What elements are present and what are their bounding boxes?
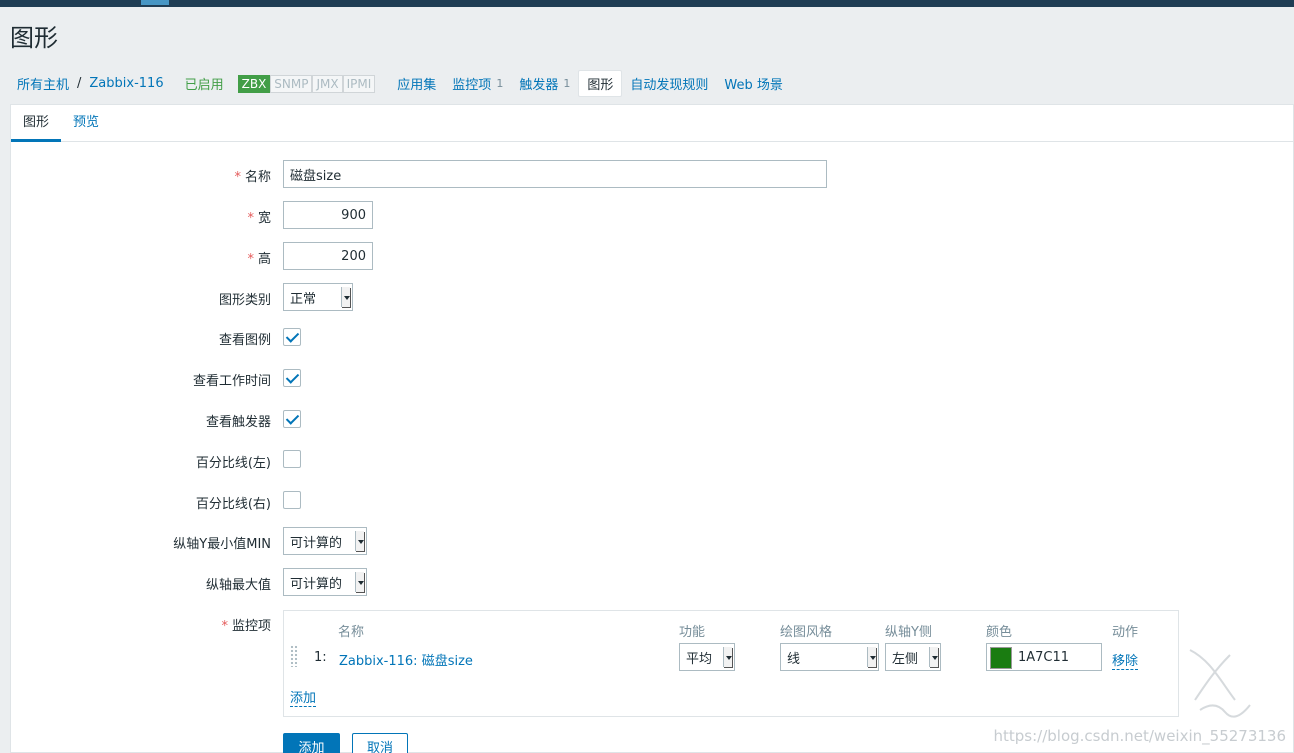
breadcrumb: 所有主机 / Zabbix-116 已启用 ZBX SNMP JMX IPMI … — [10, 70, 791, 97]
percentile-left-label: 百分比线(左) — [195, 456, 271, 471]
availability-ipmi: IPMI — [342, 74, 376, 93]
name-input[interactable] — [283, 160, 827, 188]
required-mark: * — [221, 619, 228, 634]
graph-type-label: 图形类别 — [218, 293, 271, 308]
tab-preview[interactable]: 预览 — [61, 105, 111, 141]
show-legend-checkbox[interactable] — [283, 328, 301, 346]
tab-graph[interactable]: 图形 — [11, 105, 62, 142]
item-name-link[interactable]: Zabbix-116: 磁盘size — [339, 650, 473, 669]
item-function-select[interactable]: 平均 — [679, 643, 735, 671]
item-y-axis-side-value: 左侧 — [892, 651, 919, 667]
host-nav-items-count: 1 — [496, 77, 504, 90]
name-label: * 名称 — [11, 166, 271, 185]
graph-items-table: 名称 功能 绘图风格 纵轴Y侧 颜色 动作 1: Zabbix-116: 磁盘s… — [283, 610, 1179, 717]
dropdown-arrow-icon — [355, 572, 364, 592]
top-nav-bar — [0, 0, 1294, 7]
required-mark: * — [234, 170, 241, 185]
required-mark: * — [247, 252, 254, 267]
item-draw-style-select[interactable]: 线 — [780, 643, 879, 671]
show-work-period-label: 查看工作时间 — [192, 374, 271, 389]
host-nav-web-scenarios[interactable]: Web 场景 — [716, 70, 790, 97]
width-input[interactable] — [283, 201, 373, 229]
column-header-color: 颜色 — [986, 625, 1013, 640]
availability-zbx: ZBX — [237, 74, 271, 93]
show-triggers-checkbox[interactable] — [283, 410, 301, 428]
host-nav-triggers-count: 1 — [563, 77, 571, 90]
dropdown-arrow-icon — [355, 531, 364, 551]
percentile-right-label: 百分比线(右) — [195, 497, 271, 512]
item-draw-style-value: 线 — [787, 651, 801, 667]
watermark-url: https://blog.csdn.net/weixin_55273136 — [993, 727, 1286, 745]
ymax-type-select[interactable]: 可计算的 — [283, 568, 367, 596]
item-color-picker[interactable]: 1A7C11 — [986, 643, 1102, 671]
height-input[interactable] — [283, 242, 373, 270]
height-label-text: 高 — [257, 252, 271, 267]
watermark-signature-logo — [1189, 649, 1251, 718]
availability-jmx: JMX — [312, 74, 343, 93]
host-nav-graphs[interactable]: 图形 — [578, 70, 623, 97]
dropdown-arrow-icon — [723, 647, 732, 667]
host-nav-triggers[interactable]: 触发器 1 — [511, 70, 578, 97]
dropdown-arrow-icon — [929, 647, 938, 667]
item-row-number: 1: — [314, 650, 327, 665]
ymin-label: 纵轴Y最小值MIN — [173, 537, 271, 552]
host-nav-items-label: 监控项 — [452, 78, 492, 93]
cancel-button[interactable]: 取消 — [352, 733, 408, 753]
item-y-axis-side-select[interactable]: 左侧 — [885, 643, 941, 671]
column-header-action: 动作 — [1112, 625, 1139, 640]
show-work-period-checkbox[interactable] — [283, 369, 301, 387]
item-function-value: 平均 — [686, 651, 713, 667]
ymin-type-select[interactable]: 可计算的 — [283, 527, 367, 555]
add-button[interactable]: 添加 — [283, 733, 340, 753]
availability-snmp: SNMP — [270, 74, 313, 93]
ymax-label: 纵轴最大值 — [205, 578, 271, 593]
host-nav-applications[interactable]: 应用集 — [389, 70, 444, 97]
host-nav-web-scenarios-label: Web 场景 — [724, 78, 783, 93]
add-item-link[interactable]: 添加 — [290, 687, 317, 707]
items-label-text: 监控项 — [231, 619, 271, 634]
active-menu-indicator — [141, 0, 169, 5]
graph-form-panel: 图形 预览 *名称 *宽 *高 图形类别 正常 查看图例 查看工作时间 查看触发… — [10, 104, 1294, 753]
item-remove-link[interactable]: 移除 — [1112, 650, 1139, 670]
host-nav-items[interactable]: 监控项 1 — [444, 70, 511, 97]
dropdown-arrow-icon — [341, 287, 350, 307]
items-label: * 监控项 — [11, 615, 271, 634]
availability-indicators: ZBX SNMP JMX IPMI — [237, 74, 376, 93]
dropdown-arrow-icon — [867, 647, 876, 667]
breadcrumb-host[interactable]: Zabbix-116 — [82, 76, 170, 91]
ymin-type-value: 可计算的 — [290, 535, 343, 551]
host-nav-discovery-rules-label: 自动发现规则 — [630, 78, 709, 93]
host-status-enabled[interactable]: 已启用 — [171, 74, 238, 93]
drag-handle-icon[interactable] — [290, 645, 298, 667]
width-label-text: 宽 — [257, 211, 271, 226]
required-mark: * — [247, 211, 254, 226]
show-legend-label: 查看图例 — [218, 333, 271, 348]
percentile-left-checkbox[interactable] — [283, 450, 301, 468]
column-header-draw-style: 绘图风格 — [780, 625, 833, 640]
name-label-text: 名称 — [244, 170, 271, 185]
breadcrumb-all-hosts[interactable]: 所有主机 — [10, 74, 76, 93]
column-header-function: 功能 — [679, 625, 706, 640]
width-label: * 宽 — [11, 207, 271, 226]
height-label: * 高 — [11, 248, 271, 267]
show-triggers-label: 查看触发器 — [205, 415, 271, 430]
host-nav-triggers-label: 触发器 — [519, 78, 559, 93]
page-title: 图形 — [10, 24, 58, 52]
item-color-value: 1A7C11 — [1018, 650, 1070, 665]
column-header-y-axis-side: 纵轴Y侧 — [885, 625, 932, 640]
color-swatch[interactable] — [990, 647, 1012, 669]
host-nav-applications-label: 应用集 — [397, 78, 437, 93]
percentile-right-checkbox[interactable] — [283, 491, 301, 509]
graph-type-select[interactable]: 正常 — [283, 283, 353, 311]
host-nav-discovery-rules[interactable]: 自动发现规则 — [622, 70, 716, 97]
form-tabs: 图形 预览 — [11, 105, 1293, 142]
column-header-name: 名称 — [338, 625, 365, 640]
host-nav-graphs-label: 图形 — [587, 78, 614, 93]
ymax-type-value: 可计算的 — [290, 576, 343, 592]
graph-type-value: 正常 — [290, 291, 317, 307]
